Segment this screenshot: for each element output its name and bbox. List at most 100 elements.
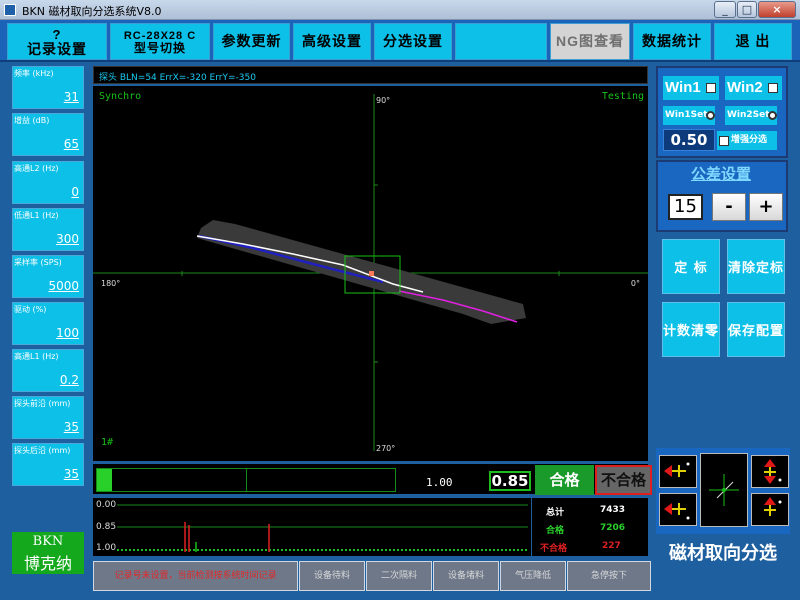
result-current-value: 0.85	[489, 471, 531, 491]
scope-plot	[93, 94, 648, 451]
orientation-down-icon[interactable]	[751, 493, 789, 526]
probe-id-label: 1#	[101, 437, 114, 448]
histogram-label-mid: 0.85	[96, 522, 117, 532]
angle-90-label: 90°	[376, 96, 391, 105]
advanced-settings-button[interactable]: 高级设置	[293, 23, 371, 60]
window-title: BKN 磁材取向分选系统V8.0	[22, 5, 162, 18]
win2set-radio[interactable]	[768, 111, 777, 120]
scope-mode-left: Synchro	[99, 91, 142, 102]
fail-indicator: 不合格	[595, 465, 652, 495]
fail-label: 不合格	[540, 544, 568, 554]
record-settings-top: ?	[52, 26, 62, 42]
param-value[interactable]: 0.2	[60, 373, 79, 387]
total-count: 7433	[600, 505, 626, 515]
progress-divider	[246, 468, 247, 492]
total-label: 总计	[546, 508, 565, 518]
tolerance-input[interactable]: 15	[668, 194, 703, 220]
param-field[interactable]: 增益 (dB) 65	[12, 113, 84, 156]
minimize-button[interactable]: _	[714, 1, 736, 18]
param-field[interactable]: 频率 (kHz) 31	[12, 66, 84, 109]
model-switch-label: 型号切换	[133, 40, 186, 55]
orientation-up-icon[interactable]	[751, 455, 789, 488]
clear-calibration-button[interactable]: 清除定标	[727, 239, 785, 294]
param-field[interactable]: 驱动 (%) 100	[12, 302, 84, 345]
record-settings-label: 记录设置	[27, 40, 87, 57]
orientation-down-icon-graphic	[764, 497, 782, 516]
model-switch-button[interactable]: RC-28X28 C 型号切换	[110, 23, 210, 60]
app-icon	[4, 4, 16, 16]
sorting-settings-button[interactable]: 分选设置	[374, 23, 452, 60]
model-code: RC-28X28 C	[123, 29, 197, 42]
orientation-left-down-icon-graphic	[664, 503, 690, 520]
fail-count: 227	[602, 541, 621, 551]
pass-label: 合格	[546, 526, 565, 536]
param-value[interactable]: 65	[64, 137, 79, 151]
orientation-left-up-icon[interactable]	[659, 455, 697, 488]
probe-status-bar: 探头 BLN=54 ErrX=-320 ErrY=-350	[93, 66, 648, 84]
statistics-button[interactable]: 数据统计	[633, 23, 711, 60]
param-field[interactable]: 探头前沿 (mm) 35	[12, 396, 84, 439]
ng-chart-button[interactable]: NG 图查看	[550, 23, 630, 60]
count-statistics: 总计 7433 合格 7206 不合格 227	[532, 498, 648, 556]
tolerance-plus-button[interactable]: +	[749, 193, 783, 221]
angle-180-label: 180°	[101, 279, 121, 288]
param-value[interactable]: 100	[56, 326, 79, 340]
win2-checkbox[interactable]	[768, 83, 778, 93]
param-field[interactable]: 探头后沿 (mm) 35	[12, 443, 84, 486]
orientation-left-down-icon[interactable]	[659, 493, 697, 526]
status-emergency-stop: 急停按下	[567, 561, 651, 591]
param-field[interactable]: 采样率 (SPS) 5000	[12, 255, 84, 298]
signal-scope: Synchro Testing 90° 180° 0° 270° 1#	[93, 86, 648, 461]
orientation-left-up-icon-graphic	[664, 462, 690, 477]
save-config-button[interactable]: 保存配置	[727, 302, 785, 357]
param-field[interactable]: 高通L2 (Hz) 0	[12, 161, 84, 204]
histogram-plot	[117, 504, 528, 552]
param-value[interactable]: 5000	[48, 279, 79, 293]
status-waiting-material: 设备待料	[299, 561, 365, 591]
title-bar: BKN 磁材取向分选系统V8.0 _ □ ×	[0, 0, 800, 20]
pass-count: 7206	[600, 523, 626, 533]
maximize-button[interactable]: □	[737, 1, 757, 18]
orientation-center-icon[interactable]	[700, 453, 748, 527]
record-settings-button[interactable]: ? 记录设置	[7, 23, 107, 60]
status-low-pressure: 气压降低	[500, 561, 566, 591]
win1-checkbox[interactable]	[706, 83, 716, 93]
ng-chart-prefix: NG	[556, 33, 579, 49]
result-reference-value: 1.00	[426, 476, 453, 489]
param-value[interactable]: 35	[64, 467, 79, 481]
param-value[interactable]: 300	[56, 232, 79, 246]
param-label: 频率 (kHz)	[14, 69, 54, 78]
param-label: 采样率 (SPS)	[14, 258, 62, 267]
scope-mode-right: Testing	[601, 91, 644, 102]
clear-count-button[interactable]: 计数清零	[662, 302, 720, 357]
pass-indicator: 合格	[535, 465, 594, 495]
histogram-label-bottom: 1.00	[96, 543, 117, 553]
status-secondary-isolation: 二次隔料	[366, 561, 432, 591]
param-label: 探头前沿 (mm)	[14, 399, 71, 408]
toolbar-blank	[455, 23, 547, 60]
param-label: 增益 (dB)	[14, 116, 50, 125]
param-value[interactable]: 35	[64, 420, 79, 434]
angle-0-label: 0°	[630, 279, 640, 288]
ng-chart-label: 图查看	[579, 33, 624, 49]
tolerance-minus-button[interactable]: -	[712, 193, 746, 221]
close-button[interactable]: ×	[758, 1, 796, 18]
threshold-value[interactable]: 0.50	[663, 129, 715, 151]
enhanced-sorting-checkbox[interactable]	[719, 136, 729, 146]
tolerance-title: 公差设置	[690, 166, 751, 183]
param-value[interactable]: 0	[71, 185, 79, 199]
angle-270-label: 270°	[376, 444, 396, 453]
centroid-marker	[369, 271, 374, 276]
param-field[interactable]: 高通L1 (Hz) 0.2	[12, 349, 84, 392]
exit-button[interactable]: 退 出	[714, 23, 792, 60]
win2set-label: Win2Set	[727, 110, 770, 120]
app-window: BKN 磁材取向分选系统V8.0 _ □ × ? 记录设置 RC-28X28 C…	[0, 0, 800, 600]
param-update-button[interactable]: 参数更新	[213, 23, 290, 60]
param-value[interactable]: 31	[64, 90, 79, 104]
param-field[interactable]: 低通L1 (Hz) 300	[12, 208, 84, 251]
enhanced-sorting-label: 增强分选	[731, 135, 768, 145]
calibrate-button[interactable]: 定 标	[662, 239, 720, 294]
param-label: 高通L2 (Hz)	[14, 164, 59, 173]
win1set-radio[interactable]	[706, 111, 715, 120]
record-status-message: 记录号未设置，当前检测按系统时间记录	[93, 561, 298, 591]
